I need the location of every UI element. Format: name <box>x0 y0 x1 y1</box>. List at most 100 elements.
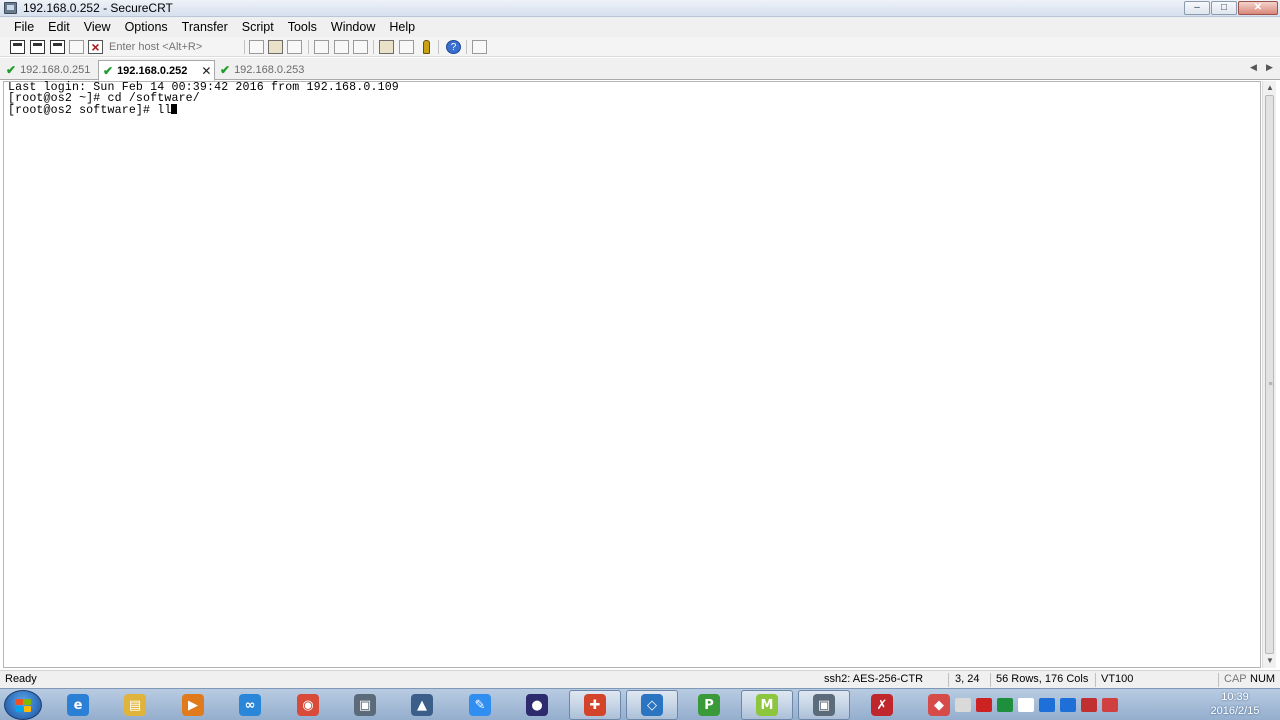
toolbar: × ? <box>0 37 1280 57</box>
keymap-icon[interactable] <box>423 40 430 54</box>
connect-in-tab-icon[interactable] <box>50 40 65 54</box>
menu-options[interactable]: Options <box>117 17 174 37</box>
print-selection-icon[interactable] <box>334 40 349 54</box>
print-icon[interactable] <box>314 40 329 54</box>
terminal-command: [root@os2 software]# ll <box>8 104 172 117</box>
tray-icon[interactable] <box>1081 698 1097 712</box>
close-button[interactable]: ✕ <box>1238 1 1278 15</box>
minimize-button[interactable]: – <box>1184 1 1210 15</box>
taskbar-app-button[interactable]: ✎ <box>454 690 506 720</box>
scroll-up-icon[interactable]: ▲ <box>1263 81 1277 95</box>
find-icon[interactable] <box>287 40 302 54</box>
global-options-icon[interactable] <box>399 40 414 54</box>
tab-192-168-0-253[interactable]: ✔ 192.168.0.253 <box>220 60 320 80</box>
print-setup-icon[interactable] <box>353 40 368 54</box>
securecrt-running-icon: ▣ <box>813 694 835 716</box>
project-app-icon: P <box>698 694 720 716</box>
title-bar[interactable]: 192.168.0.252 - SecureCRT – □ ✕ <box>0 0 1280 17</box>
chrome-icon: ◉ <box>297 694 319 716</box>
taskbar-app-button[interactable]: P <box>683 690 735 720</box>
check-icon: ✔ <box>6 63 17 77</box>
tab-192-168-0-251[interactable]: ✔ 192.168.0.251 <box>6 60 96 80</box>
status-emulation: VT100 <box>1101 673 1134 685</box>
cloud-sync-icon: ∞ <box>239 694 261 716</box>
taskbar-app-button[interactable]: M <box>741 690 793 720</box>
securecrt-app-icon[interactable] <box>4 2 17 14</box>
status-terminal-size: 56 Rows, 176 Cols <box>996 673 1089 685</box>
tray-icon[interactable] <box>997 698 1013 712</box>
status-caps-lock: CAP <box>1224 673 1247 685</box>
maximize-button[interactable]: □ <box>1211 1 1237 15</box>
menu-window[interactable]: Window <box>323 17 381 37</box>
taskbar-app-button[interactable]: ✗ <box>856 690 908 720</box>
menu-transfer[interactable]: Transfer <box>174 17 234 37</box>
toolbar-separator <box>438 40 439 54</box>
taskbar-app-button[interactable]: ∞ <box>224 690 276 720</box>
menu-help[interactable]: Help <box>381 17 421 37</box>
status-cursor-position: 3, 24 <box>955 673 980 685</box>
check-icon: ✔ <box>220 63 231 77</box>
taskbar-app-button[interactable]: ▣ <box>339 690 391 720</box>
taskbar-app-button[interactable]: e <box>52 690 104 720</box>
enter-host-input[interactable] <box>106 39 240 55</box>
taskbar-clock[interactable]: 10:39 2016/2/15 <box>1200 690 1270 718</box>
tab-label: 192.168.0.253 <box>234 64 305 76</box>
scroll-down-icon[interactable]: ▼ <box>1263 654 1277 668</box>
taskbar-app-button[interactable]: ▶ <box>167 690 219 720</box>
securecrt-icon: ▣ <box>354 694 376 716</box>
taskbar-app-button[interactable]: ▤ <box>109 690 161 720</box>
start-button[interactable] <box>4 690 42 720</box>
copy-icon[interactable] <box>249 40 264 54</box>
taskbar-app-button[interactable]: ▣ <box>798 690 850 720</box>
menu-script[interactable]: Script <box>234 17 280 37</box>
tab-192-168-0-252[interactable]: ✔ 192.168.0.252 ✕ <box>98 60 215 81</box>
securecrt-window: 192.168.0.252 - SecureCRT – □ ✕ File Edi… <box>0 0 1280 720</box>
terminal-prompt-line: [root@os2 software]# ll <box>8 104 1260 117</box>
taskbar-app-button[interactable]: ● <box>511 690 563 720</box>
paste-icon[interactable] <box>268 40 283 54</box>
menu-bar: File Edit View Options Transfer Script T… <box>0 17 1280 37</box>
taskbar-app-button[interactable]: ▲ <box>396 690 448 720</box>
terminal-view[interactable]: Last login: Sun Feb 14 00:39:42 2016 fro… <box>3 81 1261 668</box>
sftp-icon[interactable] <box>472 40 487 54</box>
status-separator <box>1218 673 1219 687</box>
status-separator <box>948 673 949 687</box>
taskbar-app-button[interactable]: ◇ <box>626 690 678 720</box>
quick-connect-icon[interactable] <box>30 40 45 54</box>
tray-icon[interactable] <box>1060 698 1076 712</box>
tab-label: 192.168.0.251 <box>20 64 91 76</box>
help-icon[interactable]: ? <box>446 40 461 54</box>
taskbar-app-button[interactable]: ✚ <box>569 690 621 720</box>
session-options-icon[interactable] <box>379 40 394 54</box>
status-cipher: ssh2: AES-256-CTR <box>824 673 924 685</box>
status-num-lock: NUM <box>1250 673 1276 685</box>
tray-icon[interactable] <box>1039 698 1055 712</box>
puzzle-app-icon: ✚ <box>584 694 606 716</box>
taskbar-app-button[interactable]: ◉ <box>282 690 334 720</box>
menu-view[interactable]: View <box>76 17 117 37</box>
file-explorer-icon: ▤ <box>124 694 146 716</box>
connect-icon[interactable] <box>10 40 25 54</box>
disconnect-icon[interactable]: × <box>88 40 103 54</box>
tray-icon[interactable] <box>1102 698 1118 712</box>
tray-icon[interactable] <box>955 698 971 712</box>
eclipse-icon: ● <box>526 694 548 716</box>
reconnect-icon[interactable] <box>69 40 84 54</box>
menu-tools[interactable]: Tools <box>280 17 323 37</box>
close-tab-icon[interactable]: ✕ <box>201 64 211 78</box>
tab-scroll-right-icon[interactable]: ▶ <box>1266 62 1273 73</box>
lock-app-icon: ▲ <box>411 694 433 716</box>
check-icon: ✔ <box>103 63 114 78</box>
toolbar-separator <box>466 40 467 54</box>
scroll-thumb[interactable]: ≡ <box>1265 95 1274 654</box>
status-bar: Ready ssh2: AES-256-CTR 3, 24 56 Rows, 1… <box>0 670 1280 688</box>
menu-edit[interactable]: Edit <box>40 17 76 37</box>
tray-icon[interactable] <box>1018 698 1034 712</box>
tray-icon[interactable] <box>976 698 992 712</box>
menu-file[interactable]: File <box>6 17 40 37</box>
virtualbox-icon: ◇ <box>641 694 663 716</box>
tab-scroll-left-icon[interactable]: ◀ <box>1250 62 1257 73</box>
toolbar-separator <box>373 40 374 54</box>
terminal-scrollbar[interactable]: ▲ ≡ ▼ <box>1262 81 1276 668</box>
eraser-app-icon: ◆ <box>928 694 950 716</box>
